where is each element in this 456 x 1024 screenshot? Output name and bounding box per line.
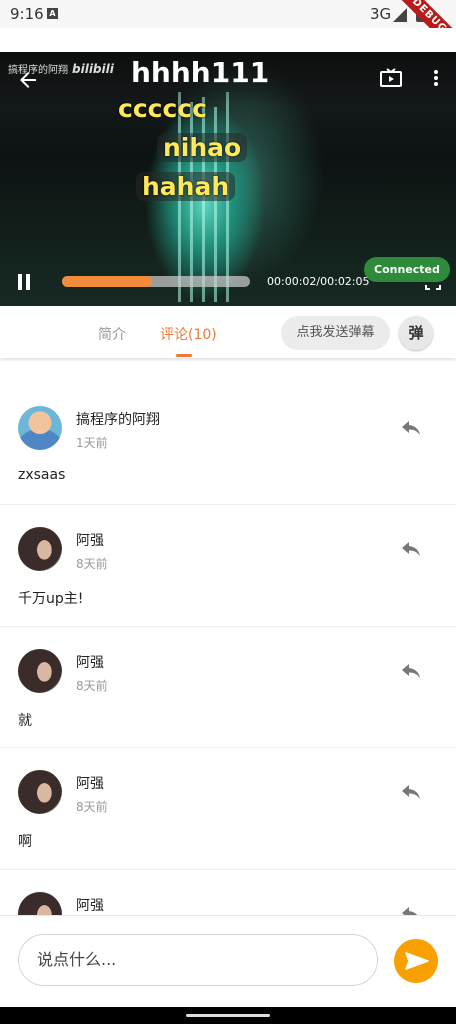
- home-handle[interactable]: [186, 1014, 270, 1017]
- comment-author: 搞程序的阿翔: [76, 412, 160, 428]
- danmaku-comment: nihao: [157, 133, 248, 162]
- comment-input[interactable]: 说点什么...: [18, 934, 378, 986]
- danmaku-comment: hahah: [136, 172, 236, 201]
- header-spacer: [0, 28, 456, 52]
- signal-icon: [393, 8, 407, 22]
- video-title: hhhh111: [131, 56, 270, 89]
- danmaku-comment: cccccc: [118, 94, 207, 123]
- tab-bar: 简介 评论(10) 点我发送弹幕 弹: [0, 306, 456, 358]
- tab-intro[interactable]: 简介: [98, 324, 126, 344]
- video-decoration: [190, 102, 193, 302]
- comment-time: 1天前: [76, 436, 108, 450]
- reply-icon[interactable]: [402, 421, 420, 435]
- reply-icon[interactable]: [402, 663, 420, 678]
- system-nav-bar: [0, 1007, 456, 1024]
- reply-icon[interactable]: [402, 906, 420, 916]
- network-type: 3G: [370, 5, 392, 23]
- send-icon: [405, 952, 429, 970]
- status-bar: 9:16 A 3G DEBUG: [0, 0, 456, 61]
- avatar[interactable]: [18, 406, 62, 450]
- comment-item: 阿强 8天前 就: [0, 627, 456, 748]
- bilibili-logo: bilibili: [72, 62, 114, 76]
- comment-item: 搞程序的阿翔 1天前 zxsaas: [0, 384, 456, 505]
- progress-played: [62, 276, 153, 287]
- active-tab-indicator: [176, 354, 192, 357]
- pause-icon[interactable]: [16, 272, 32, 292]
- comment-time: 8天前: [76, 678, 108, 693]
- comment-item: 阿强 8天前 啊: [0, 748, 456, 870]
- playback-time: 00:00:02/00:02:05: [267, 275, 370, 288]
- back-arrow-icon[interactable]: [16, 68, 40, 92]
- comment-time: 8天前: [76, 557, 108, 571]
- send-button[interactable]: [394, 939, 438, 983]
- comment-input-bar: 说点什么...: [0, 915, 456, 1008]
- status-time: 9:16: [10, 5, 44, 23]
- avatar[interactable]: [18, 527, 62, 571]
- cast-tv-icon[interactable]: [380, 68, 402, 88]
- tab-comments[interactable]: 评论(10): [160, 324, 217, 344]
- reply-icon[interactable]: [402, 542, 420, 556]
- notification-icon: A: [47, 8, 58, 19]
- avatar[interactable]: [18, 891, 62, 915]
- fullscreen-icon[interactable]: [425, 274, 441, 290]
- comment-list[interactable]: 搞程序的阿翔 1天前 zxsaas 阿强 8天前 千万up主! 阿强 8天前 就…: [0, 384, 456, 915]
- danmaku-toggle-button[interactable]: 弹: [399, 316, 433, 350]
- comment-author: 阿强: [76, 654, 104, 671]
- avatar[interactable]: [18, 770, 62, 814]
- comment-item: 阿强: [0, 870, 456, 916]
- progress-bar[interactable]: [62, 276, 250, 287]
- video-player[interactable]: 搞程序的阿翔 bilibili hhhh111 cccccc nihao haha…: [0, 52, 456, 306]
- more-vertical-icon[interactable]: [428, 68, 444, 88]
- comment-author: 阿强: [76, 533, 104, 549]
- comment-content: 啊: [18, 834, 32, 850]
- comment-content: zxsaas: [18, 467, 66, 483]
- comment-content: 千万up主!: [18, 591, 84, 607]
- comment-author: 阿强: [76, 776, 104, 792]
- reply-icon[interactable]: [402, 785, 420, 799]
- avatar[interactable]: [18, 648, 62, 693]
- send-danmaku-button[interactable]: 点我发送弹幕: [281, 316, 390, 350]
- comment-content: 就: [18, 712, 32, 729]
- comment-time: 8天前: [76, 800, 108, 814]
- comment-item: 阿强 8天前 千万up主!: [0, 505, 456, 627]
- comment-author: 阿强: [76, 897, 104, 914]
